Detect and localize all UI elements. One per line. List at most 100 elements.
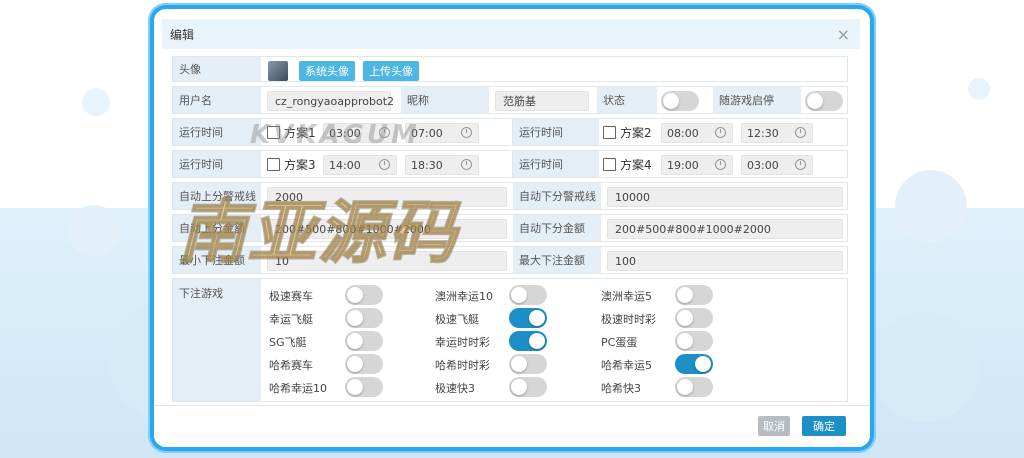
- game-toggle[interactable]: [345, 377, 383, 397]
- checkbox-icon: [267, 158, 280, 171]
- start-time-value: 19:00: [667, 158, 699, 172]
- auto-down-amount-field[interactable]: 200#500#800#1000#2000: [607, 219, 843, 239]
- start-time-field[interactable]: 19:00: [661, 155, 733, 175]
- background-bubble: [68, 205, 120, 257]
- game-toggle[interactable]: [509, 285, 547, 305]
- plan-checkbox[interactable]: 方案2: [603, 124, 652, 141]
- watermark-logo-text: KVKAGUM: [250, 120, 420, 150]
- username-field[interactable]: cz_rongyaoapprobot2: [267, 91, 394, 111]
- clock-icon: [461, 127, 472, 138]
- game-toggle[interactable]: [345, 331, 383, 351]
- run-time-label: 运行时间: [513, 119, 599, 145]
- schedule-row: 运行时间 方案3 14:00 18:30: [172, 150, 511, 178]
- end-time-value: 12:30: [747, 126, 779, 140]
- start-time-field[interactable]: 08:00: [661, 123, 733, 143]
- game-name: 澳洲幸运10: [435, 290, 493, 303]
- game-toggle[interactable]: [675, 308, 713, 328]
- game-toggle[interactable]: [509, 377, 547, 397]
- clock-icon: [461, 159, 472, 170]
- game-name: 极速快3: [435, 382, 475, 395]
- avatar-row: 头像 系统头像 上传头像: [172, 56, 848, 82]
- max-bet-label: 最大下注金额: [513, 247, 601, 273]
- avatar-label: 头像: [173, 57, 261, 81]
- plan-name: 方案2: [620, 126, 652, 140]
- avatar: [268, 61, 288, 81]
- run-time-label: 运行时间: [173, 151, 261, 177]
- game-toggle[interactable]: [675, 331, 713, 351]
- schedule-row: 运行时间 方案4 19:00 03:00: [512, 150, 848, 178]
- game-name: 哈希赛车: [269, 359, 313, 372]
- background-bubble: [82, 88, 110, 116]
- auto-down-amount-label: 自动下分金额: [513, 215, 601, 241]
- end-time-field[interactable]: 03:00: [741, 155, 813, 175]
- background-bubble: [870, 312, 980, 422]
- game-name: 澳洲幸运5: [601, 290, 652, 303]
- game-name: 极速时时彩: [601, 313, 656, 326]
- plan-name: 方案3: [284, 158, 316, 172]
- dialog-header: 编辑 ×: [162, 19, 860, 49]
- cancel-button[interactable]: 取消: [758, 416, 790, 436]
- max-bet-field[interactable]: 100: [607, 251, 843, 271]
- follow-game-label: 随游戏启停: [713, 87, 801, 113]
- bet-games-row: 下注游戏 极速赛车 澳洲幸运10 澳洲幸运5 幸运飞艇 极速飞艇 极速时时彩 SG飞艇 幸运时…: [172, 278, 848, 402]
- username-row: 用户名 cz_rongyaoapprobot2 昵称 范筋基 状态 随游戏启停: [172, 86, 848, 114]
- game-name: PC蛋蛋: [601, 336, 638, 349]
- run-time-label: 运行时间: [173, 119, 261, 145]
- game-name: 哈希时时彩: [435, 359, 490, 372]
- upload-avatar-button[interactable]: 上传头像: [363, 61, 419, 81]
- clock-icon: [715, 159, 726, 170]
- game-name: 极速飞艇: [435, 313, 479, 326]
- watermark-logo: 南亚源码: [177, 193, 459, 274]
- game-toggle[interactable]: [509, 308, 547, 328]
- schedule-row: 运行时间 方案2 08:00 12:30: [512, 118, 848, 146]
- game-name: 哈希幸运10: [269, 382, 327, 395]
- checkbox-icon: [603, 158, 616, 171]
- dialog-footer: 取消 确定: [154, 405, 870, 447]
- dialog-title: 编辑: [170, 27, 195, 42]
- game-name: SG飞艇: [269, 336, 307, 349]
- game-name: 幸运时时彩: [435, 336, 490, 349]
- start-time-field[interactable]: 14:00: [323, 155, 397, 175]
- clock-icon: [795, 127, 806, 138]
- nickname-label: 昵称: [401, 87, 489, 113]
- game-name: 极速赛车: [269, 290, 313, 303]
- clock-icon: [795, 159, 806, 170]
- close-icon[interactable]: ×: [837, 25, 850, 44]
- plan-checkbox[interactable]: 方案4: [603, 156, 652, 173]
- clock-icon: [379, 159, 390, 170]
- follow-game-toggle[interactable]: [805, 91, 843, 111]
- end-time-field[interactable]: 18:30: [405, 155, 479, 175]
- start-time-value: 08:00: [667, 126, 699, 140]
- background-bubble: [968, 78, 990, 100]
- start-time-value: 14:00: [329, 158, 361, 172]
- game-toggle[interactable]: [509, 331, 547, 351]
- system-avatar-button[interactable]: 系统头像: [299, 61, 355, 81]
- checkbox-icon: [603, 126, 616, 139]
- game-toggle[interactable]: [345, 354, 383, 374]
- bet-games-label: 下注游戏: [173, 279, 261, 401]
- game-name: 哈希快3: [601, 382, 641, 395]
- plan-name: 方案4: [620, 158, 652, 172]
- game-toggle[interactable]: [509, 354, 547, 374]
- end-time-value: 18:30: [411, 158, 443, 172]
- background-bubble: [895, 170, 967, 242]
- auto-down-warn-label: 自动下分警戒线: [513, 183, 601, 209]
- clock-icon: [715, 127, 726, 138]
- plan-checkbox[interactable]: 方案3: [267, 156, 316, 173]
- end-time-value: 03:00: [747, 158, 779, 172]
- game-toggle[interactable]: [675, 377, 713, 397]
- game-toggle[interactable]: [345, 285, 383, 305]
- username-label: 用户名: [173, 87, 261, 113]
- run-time-label: 运行时间: [513, 151, 599, 177]
- ok-button[interactable]: 确定: [802, 416, 846, 436]
- game-toggle[interactable]: [345, 308, 383, 328]
- auto-down-warn-field[interactable]: 10000: [607, 187, 843, 207]
- status-label: 状态: [597, 87, 657, 113]
- game-name: 哈希幸运5: [601, 359, 652, 372]
- game-toggle[interactable]: [675, 285, 713, 305]
- status-toggle[interactable]: [661, 91, 699, 111]
- nickname-field[interactable]: 范筋基: [495, 91, 589, 111]
- game-name: 幸运飞艇: [269, 313, 313, 326]
- end-time-field[interactable]: 12:30: [741, 123, 813, 143]
- game-toggle[interactable]: [675, 354, 713, 374]
